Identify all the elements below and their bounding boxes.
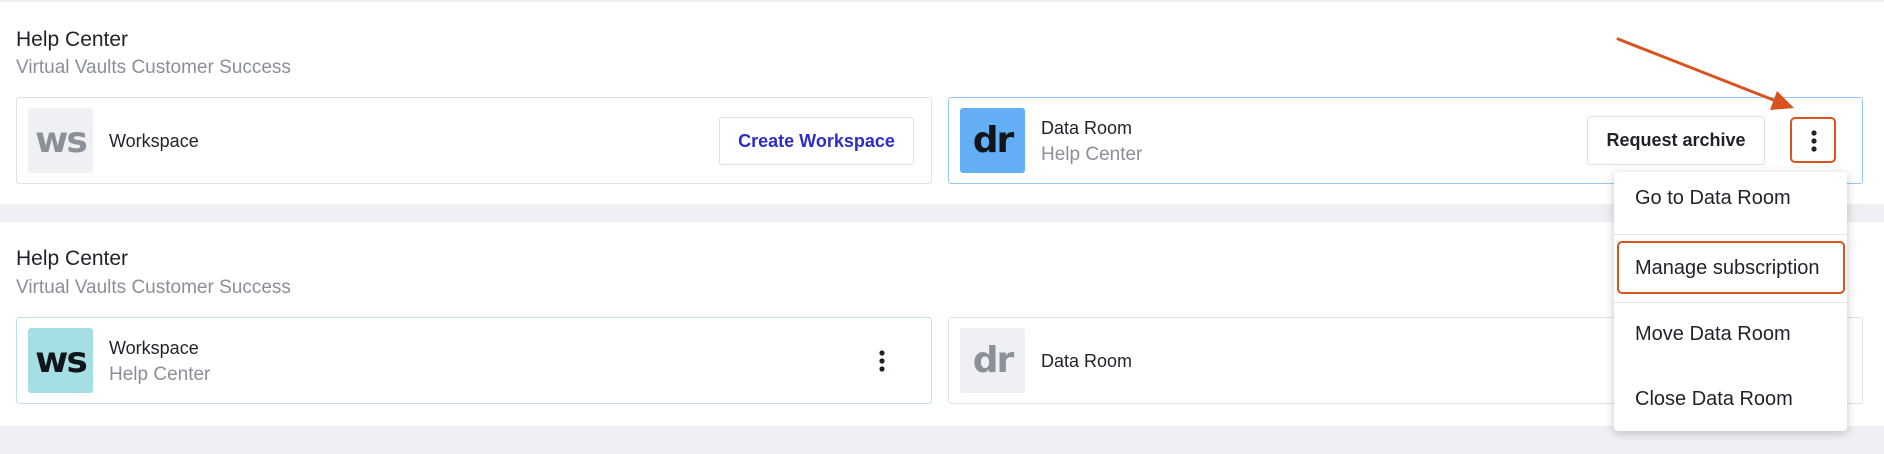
menu-item-move-data-room[interactable]: Move Data Room xyxy=(1614,308,1847,360)
data-room-name: Data Room xyxy=(1041,351,1133,371)
kebab-vertical-icon xyxy=(879,350,885,372)
kebab-vertical-icon xyxy=(1811,130,1817,152)
workspace-tile-icon: ws xyxy=(28,328,93,393)
workspace-name: Workspace xyxy=(109,131,199,151)
data-room-subtitle: Help Center xyxy=(1041,144,1143,165)
request-archive-button[interactable]: Request archive xyxy=(1587,116,1765,165)
help-center-section-1: Help Center Virtual Vaults Customer Succ… xyxy=(0,2,1884,204)
workspace-card[interactable]: ws Workspace Help Center xyxy=(16,317,932,404)
menu-item-close-data-room[interactable]: Close Data Room xyxy=(1614,373,1847,425)
data-room-tile-icon: dr xyxy=(960,108,1025,173)
data-room-name: Data Room xyxy=(1041,118,1133,138)
data-room-more-button[interactable] xyxy=(1793,120,1835,162)
section-subtitle: Virtual Vaults Customer Success xyxy=(16,57,291,78)
workspace-tile-icon: ws xyxy=(28,108,93,173)
data-room-card[interactable]: dr Data Room Help Center Request archive xyxy=(948,97,1863,184)
menu-divider xyxy=(1614,302,1847,303)
menu-item-go-to-data-room[interactable]: Go to Data Room xyxy=(1614,172,1847,224)
help-center-section-2: Help Center Virtual Vaults Customer Succ… xyxy=(0,222,1884,426)
workspace-card: ws Workspace Create Workspace xyxy=(16,97,932,184)
workspace-subtitle: Help Center xyxy=(109,364,211,385)
menu-item-manage-subscription[interactable]: Manage subscription xyxy=(1614,242,1847,294)
section-title: Help Center xyxy=(16,247,129,270)
data-room-tile-icon: dr xyxy=(960,328,1025,393)
workspace-name: Workspace xyxy=(109,338,199,358)
section-title: Help Center xyxy=(16,28,129,51)
create-workspace-button[interactable]: Create Workspace xyxy=(719,117,914,165)
menu-divider xyxy=(1614,234,1847,235)
workspace-more-button[interactable] xyxy=(861,340,903,382)
data-room-dropdown-menu: Go to Data Room Manage subscription Move… xyxy=(1614,172,1847,431)
section-subtitle: Virtual Vaults Customer Success xyxy=(16,277,291,298)
